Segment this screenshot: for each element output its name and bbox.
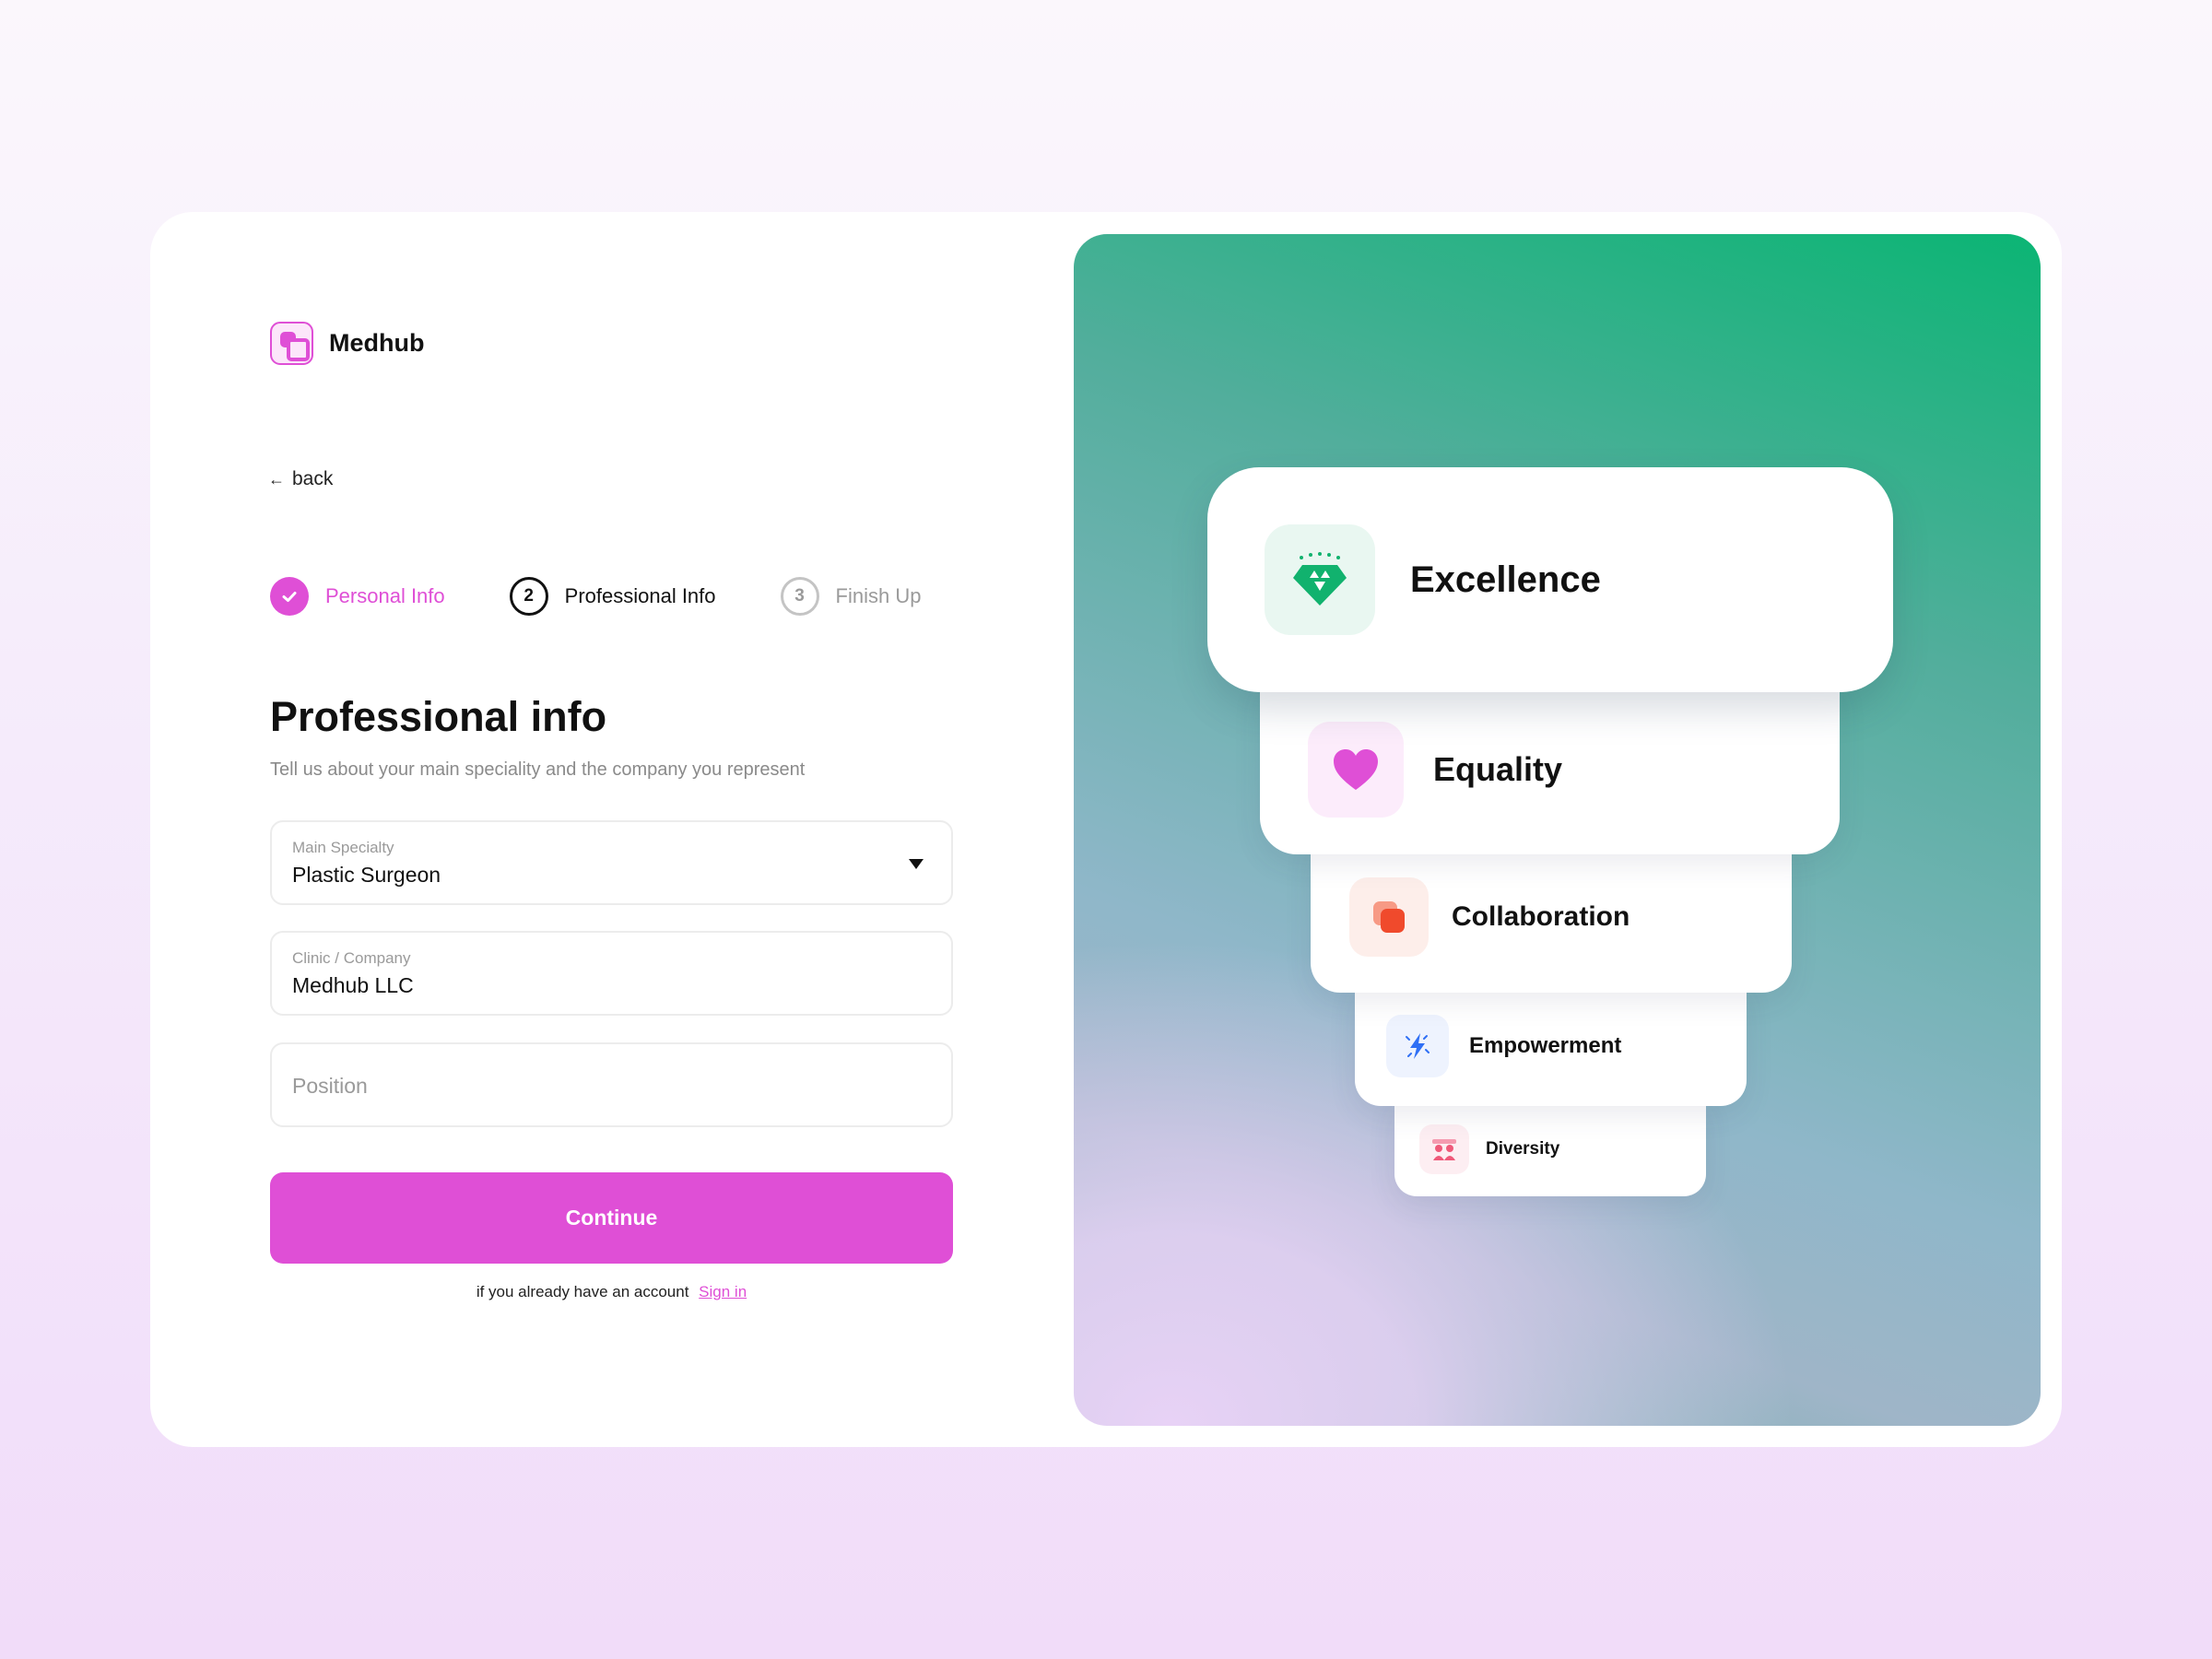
value-card-diversity: Diversity — [1394, 1101, 1706, 1196]
value-label: Collaboration — [1452, 900, 1630, 932]
signin-prompt: if you already have an account — [476, 1283, 689, 1300]
diamond-icon — [1265, 524, 1375, 635]
step-personal-info[interactable]: Personal Info — [270, 577, 445, 616]
step-professional-info[interactable]: 2 Professional Info — [509, 577, 716, 616]
arrow-left-icon: ← — [268, 469, 285, 488]
value-card-excellence: Excellence — [1207, 467, 1893, 692]
people-icon — [1419, 1124, 1469, 1174]
heart-icon — [1308, 721, 1404, 818]
value-card-equality: Equality — [1260, 684, 1840, 854]
position-field[interactable]: Position — [270, 1042, 953, 1127]
signin-link[interactable]: Sign in — [699, 1283, 747, 1300]
back-link[interactable]: ← back — [268, 468, 333, 490]
step-finish-up[interactable]: 3 Finish Up — [780, 577, 922, 616]
medhub-logo-icon — [270, 322, 313, 365]
value-card-empowerment: Empowerment — [1355, 986, 1747, 1106]
page-title: Professional info — [270, 693, 607, 740]
clinic-company-field[interactable]: Clinic / Company Medhub LLC — [270, 931, 953, 1016]
step-label: Finish Up — [835, 584, 922, 607]
clinic-company-label: Clinic / Company — [292, 949, 411, 967]
lightning-icon — [1386, 1015, 1449, 1077]
value-label: Excellence — [1410, 559, 1601, 600]
position-placeholder: Position — [292, 1074, 368, 1098]
step-number: 3 — [780, 577, 819, 616]
brand-name: Medhub — [329, 329, 425, 357]
step-label: Professional Info — [564, 584, 716, 607]
continue-button[interactable]: Continue — [270, 1172, 953, 1264]
value-label: Empowerment — [1469, 1033, 1622, 1058]
step-number: 2 — [509, 577, 548, 616]
value-label: Diversity — [1486, 1138, 1560, 1159]
signin-row: if you already have an account Sign in — [270, 1283, 953, 1301]
back-label: back — [292, 468, 334, 489]
chevron-down-icon[interactable] — [909, 859, 924, 869]
main-specialty-value: Plastic Surgeon — [292, 863, 441, 887]
stacked-squares-icon — [1349, 877, 1429, 957]
clinic-company-value: Medhub LLC — [292, 973, 414, 997]
page-subtitle: Tell us about your main speciality and t… — [270, 759, 806, 780]
main-specialty-select[interactable]: Main Specialty Plastic Surgeon — [270, 820, 953, 905]
stepper: Personal Info 2 Professional Info 3 Fini… — [270, 577, 985, 616]
check-icon — [270, 577, 309, 616]
brand-logo: Medhub — [270, 322, 424, 365]
value-label: Equality — [1433, 749, 1563, 788]
step-label: Personal Info — [325, 584, 445, 607]
value-card-collaboration: Collaboration — [1311, 841, 1792, 993]
main-specialty-label: Main Specialty — [292, 839, 394, 856]
